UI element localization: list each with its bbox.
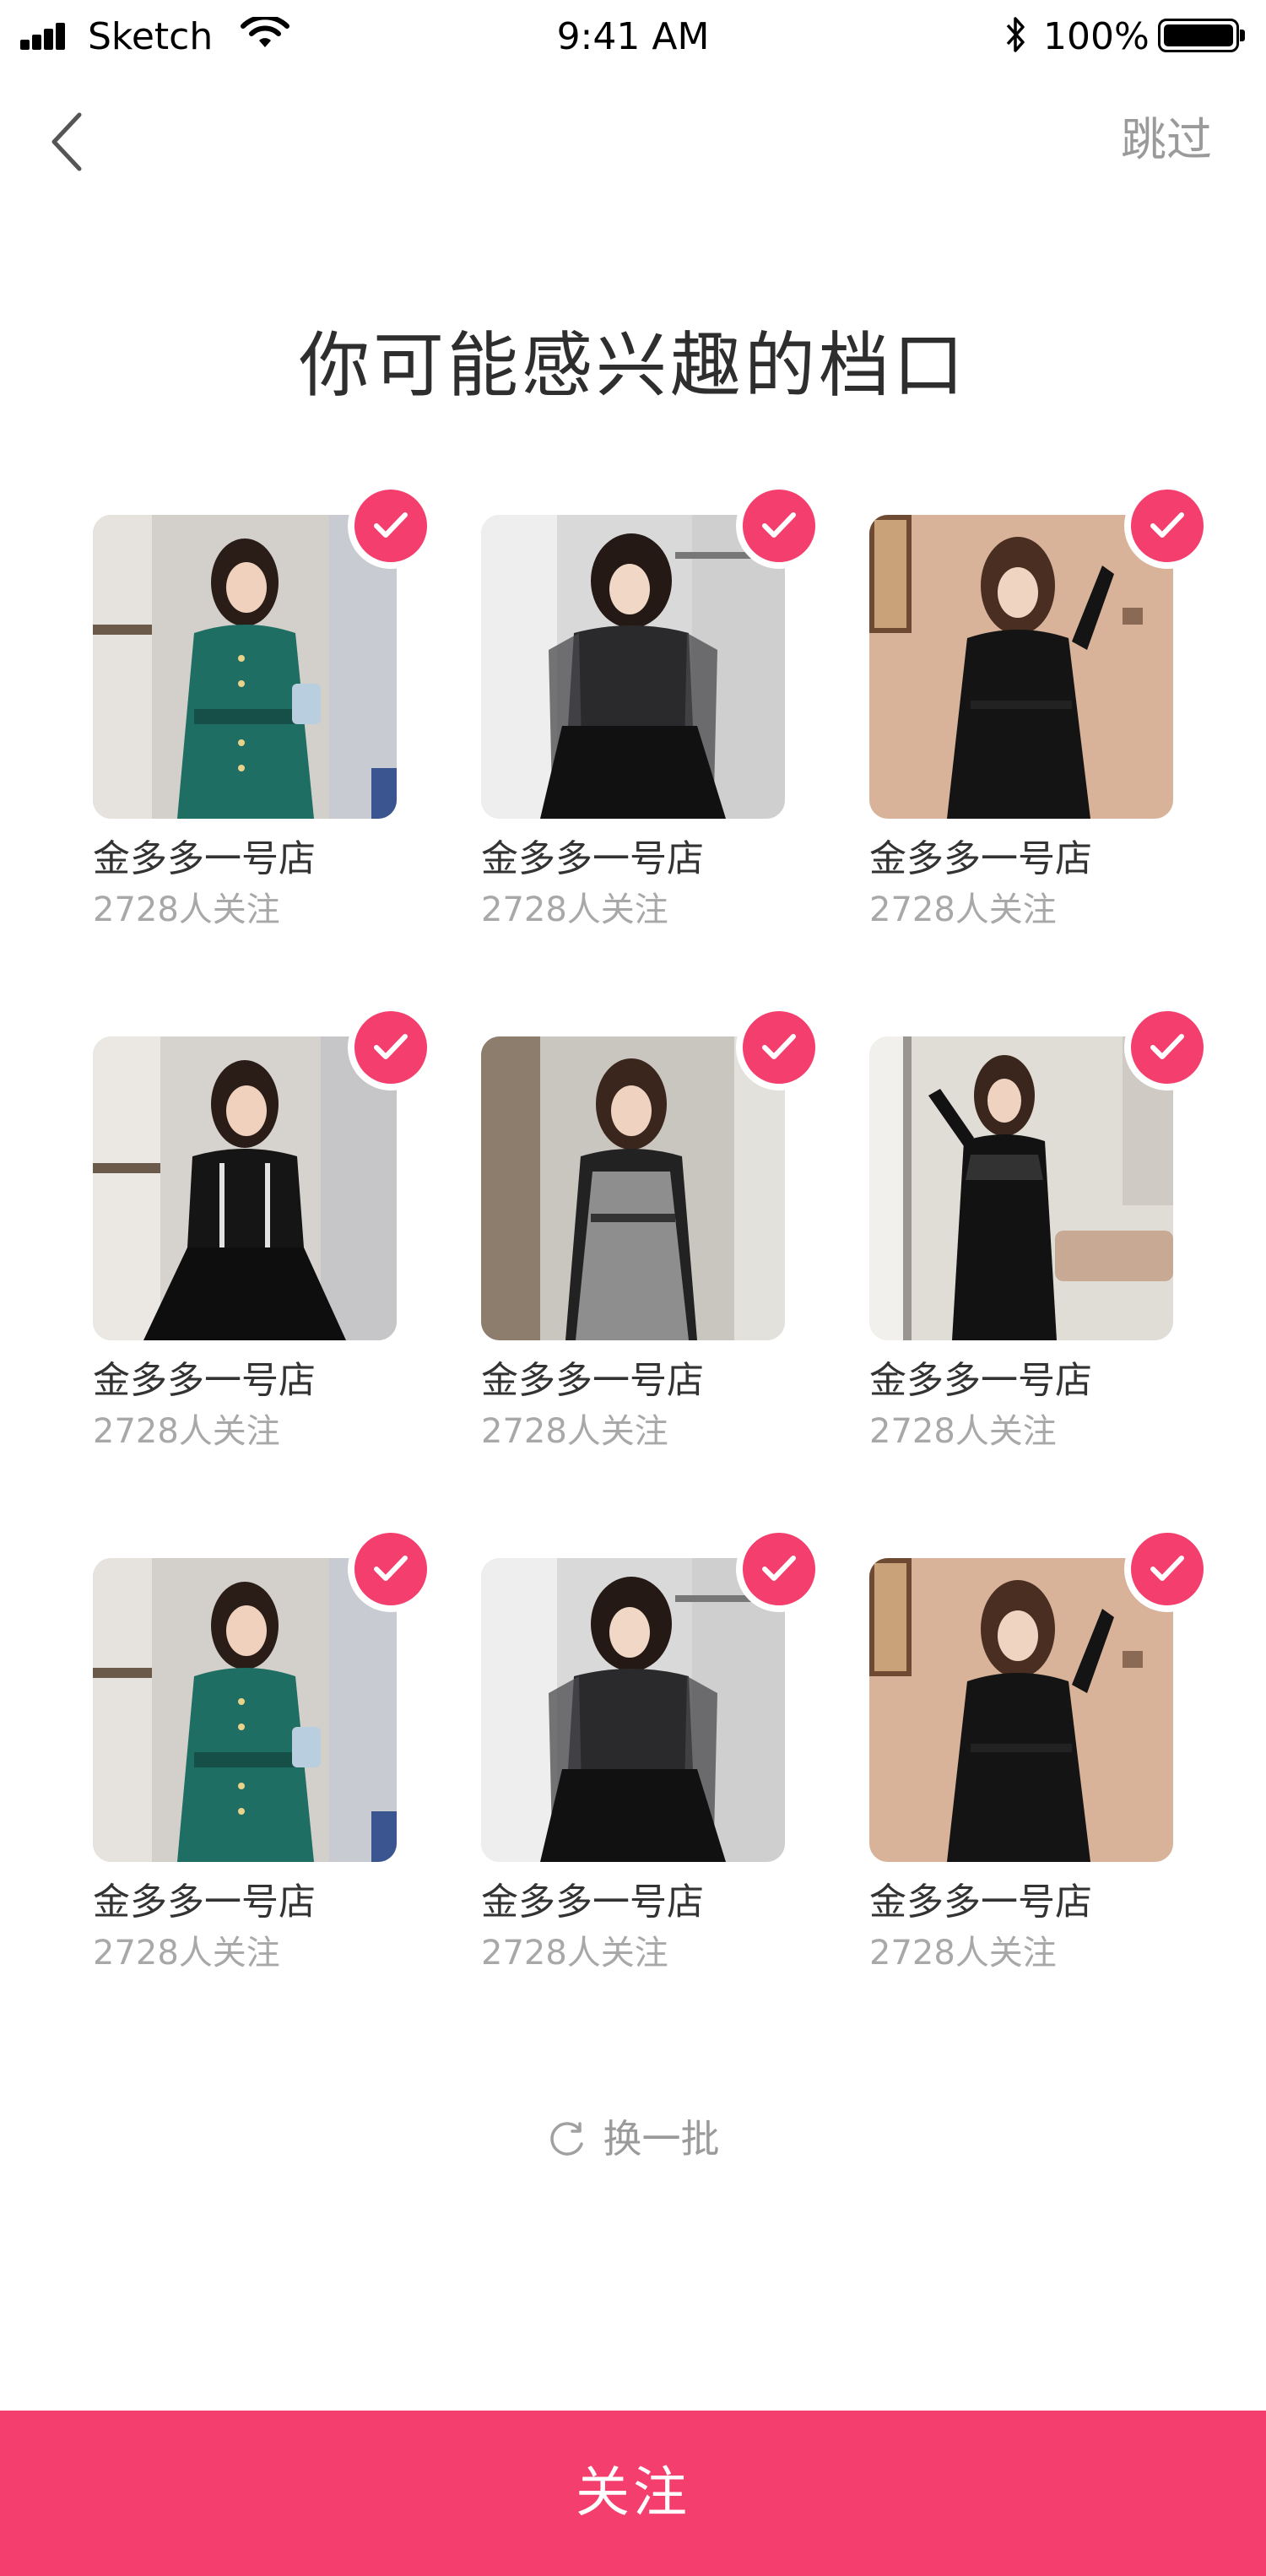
selected-check-icon[interactable] — [348, 483, 434, 569]
shop-name: 金多多一号店 — [93, 1359, 316, 1402]
shop-photo[interactable] — [481, 1036, 785, 1340]
back-button[interactable] — [44, 106, 91, 177]
status-bar: Sketch 9:41 AM 100% — [0, 0, 1266, 74]
bluetooth-icon — [1006, 17, 1025, 52]
refresh-label: 换一批 — [603, 2116, 720, 2162]
follower-count: 2728人关注 — [93, 1412, 280, 1451]
selected-check-icon[interactable] — [736, 1004, 822, 1090]
shop-card[interactable]: 金多多一号店 2728人关注 — [91, 1004, 446, 1506]
shop-name: 金多多一号店 — [869, 837, 1092, 880]
shop-card[interactable]: 金多多一号店 2728人关注 — [91, 1526, 446, 2027]
refresh-batch-button[interactable]: 换一批 — [0, 2113, 1266, 2173]
refresh-icon — [550, 2122, 584, 2156]
shop-name: 金多多一号店 — [481, 1359, 704, 1402]
chevron-left-icon — [51, 112, 82, 171]
shop-card[interactable]: 金多多一号店 2728人关注 — [868, 1526, 1222, 2027]
shop-name: 金多多一号店 — [869, 1359, 1092, 1402]
follow-button[interactable]: 关注 — [0, 2411, 1266, 2576]
shop-photo[interactable] — [869, 515, 1173, 819]
selected-check-icon[interactable] — [736, 483, 822, 569]
shop-card[interactable]: 金多多一号店 2728人关注 — [868, 1004, 1222, 1506]
selected-check-icon[interactable] — [1124, 483, 1210, 569]
shop-photo[interactable] — [93, 1036, 397, 1340]
page-title: 你可能感兴趣的档口 — [298, 324, 967, 407]
shop-card[interactable]: 金多多一号店 2728人关注 — [479, 1004, 834, 1506]
follower-count: 2728人关注 — [481, 1412, 668, 1451]
shop-name: 金多多一号店 — [481, 1881, 704, 1924]
shop-photo[interactable] — [93, 1558, 397, 1862]
shop-photo[interactable] — [869, 1036, 1173, 1340]
follower-count: 2728人关注 — [869, 1412, 1057, 1451]
shop-name: 金多多一号店 — [869, 1881, 1092, 1924]
selected-check-icon[interactable] — [736, 1526, 822, 1612]
shop-name: 金多多一号店 — [481, 837, 704, 880]
selected-check-icon[interactable] — [1124, 1526, 1210, 1612]
follower-count: 2728人关注 — [869, 1934, 1057, 1973]
shop-photo[interactable] — [93, 515, 397, 819]
shop-card[interactable]: 金多多一号店 2728人关注 — [479, 483, 834, 984]
skip-button[interactable]: 跳过 — [1121, 113, 1212, 167]
follower-count: 2728人关注 — [481, 890, 668, 929]
shop-photo[interactable] — [481, 1558, 785, 1862]
shop-photo[interactable] — [481, 515, 785, 819]
follower-count: 2728人关注 — [93, 1934, 280, 1973]
battery-icon — [1158, 19, 1245, 52]
follower-count: 2728人关注 — [93, 890, 280, 929]
selected-check-icon[interactable] — [348, 1526, 434, 1612]
shop-card[interactable]: 金多多一号店 2728人关注 — [479, 1526, 834, 2027]
battery-percentage: 100% — [1043, 15, 1150, 58]
shop-name: 金多多一号店 — [93, 837, 316, 880]
shop-grid: 金多多一号店 2728人关注 金多多一号店 2728人关注 金多多一号店 272… — [91, 483, 1239, 1989]
shop-card[interactable]: 金多多一号店 2728人关注 — [91, 483, 446, 984]
shop-name: 金多多一号店 — [93, 1881, 316, 1924]
selected-check-icon[interactable] — [1124, 1004, 1210, 1090]
shop-card[interactable]: 金多多一号店 2728人关注 — [868, 483, 1222, 984]
shop-recommendation-page: Sketch 9:41 AM 100% 跳过 你可能感兴趣的档口 金多多一号店 … — [0, 0, 1266, 2576]
shop-photo[interactable] — [869, 1558, 1173, 1862]
follower-count: 2728人关注 — [481, 1934, 668, 1973]
follower-count: 2728人关注 — [869, 890, 1057, 929]
selected-check-icon[interactable] — [348, 1004, 434, 1090]
